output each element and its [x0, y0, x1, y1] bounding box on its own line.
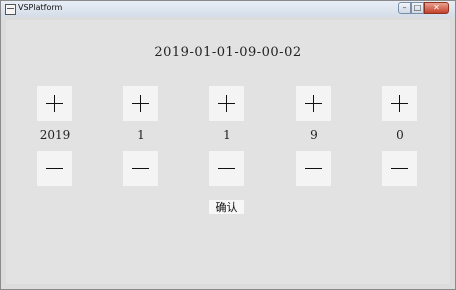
- plus-icon-stem: [226, 95, 227, 112]
- hour-value: 9: [310, 128, 318, 142]
- close-button[interactable]: ✕: [424, 2, 449, 14]
- plus-icon-stem: [399, 95, 400, 112]
- minus-icon: [132, 168, 149, 169]
- month-increment-button[interactable]: [123, 86, 158, 121]
- confirm-button[interactable]: 确认: [209, 200, 244, 214]
- minus-icon: [218, 168, 235, 169]
- day-increment-button[interactable]: [209, 86, 244, 121]
- minus-icon: [391, 168, 408, 169]
- maximize-button[interactable]: □: [411, 2, 424, 14]
- datetime-display: 2019-01-01-09-00-02: [154, 45, 302, 60]
- month-value: 1: [137, 128, 145, 142]
- plus-icon-stem: [54, 95, 55, 112]
- plus-icon-stem: [313, 95, 314, 112]
- minute-increment-button[interactable]: [382, 86, 417, 121]
- minus-icon: [46, 168, 63, 169]
- year-decrement-button[interactable]: [37, 151, 72, 186]
- hour-decrement-button[interactable]: [296, 151, 331, 186]
- window-icon: [5, 4, 16, 15]
- hour-increment-button[interactable]: [296, 86, 331, 121]
- window-title: VSPlatform: [18, 3, 63, 12]
- app-window: VSPlatform – □ ✕: [0, 0, 456, 290]
- title-bar[interactable]: VSPlatform – □ ✕: [1, 1, 455, 17]
- month-decrement-button[interactable]: [123, 151, 158, 186]
- day-value: 1: [223, 128, 231, 142]
- minute-value: 0: [396, 128, 404, 142]
- plus-icon-stem: [140, 95, 141, 112]
- minimize-button[interactable]: –: [398, 2, 411, 14]
- year-increment-button[interactable]: [37, 86, 72, 121]
- minute-decrement-button[interactable]: [382, 151, 417, 186]
- year-value: 2019: [39, 128, 71, 142]
- minus-icon: [305, 168, 322, 169]
- day-decrement-button[interactable]: [209, 151, 244, 186]
